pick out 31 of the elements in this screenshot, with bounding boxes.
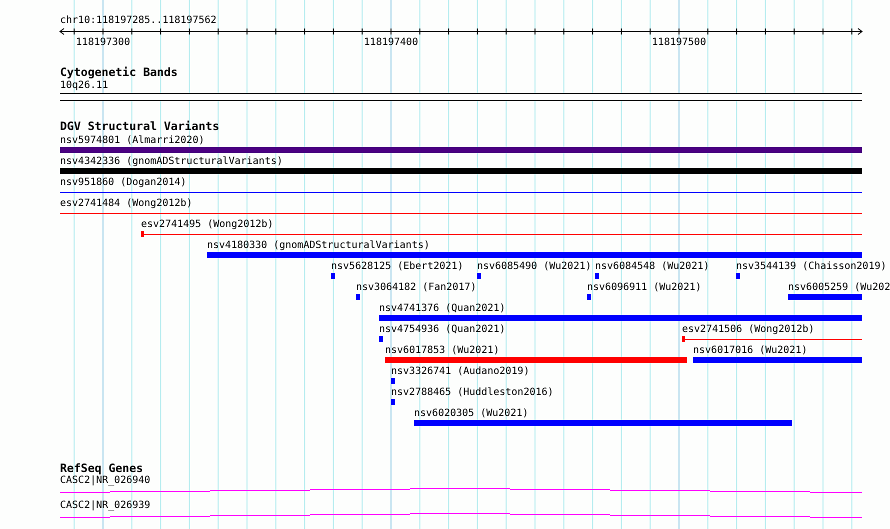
variant-label: nsv3326741 (Audano2019)	[391, 365, 530, 378]
variant-label: esv2741484 (Wong2012b)	[60, 197, 192, 210]
variant-label: nsv5974801 (Almarri2020)	[60, 134, 204, 147]
band-label: 10q26.11	[60, 79, 108, 92]
track-title: RefSeq Genes	[60, 462, 144, 475]
track-title: Cytogenetic Bands	[60, 66, 178, 79]
gene-label: CASC2|NR_026940	[60, 474, 150, 487]
variant-label: nsv6020305 (Wu2021)	[414, 407, 528, 420]
track-title: DGV Structural Variants	[60, 120, 220, 133]
variant-label: nsv6085490 (Wu2021)	[477, 260, 592, 273]
variant-label: nsv951860 (Dogan2014)	[60, 176, 186, 189]
gene-label: CASC2|NR_026939	[60, 499, 150, 512]
variant-label: nsv6096911 (Wu2021)	[587, 281, 702, 294]
ruler-tick-label: 118197400	[364, 36, 418, 49]
ruler-tick-label: 118197300	[76, 36, 130, 49]
variant-label: nsv3064182 (Fan2017)	[356, 281, 476, 294]
ruler-location: chr10:118197285..118197562	[60, 14, 217, 27]
variant-label: nsv4741376 (Quan2021)	[379, 302, 506, 315]
variant-label: nsv3544139 (Chaisson2019)	[736, 260, 887, 273]
variant-label: nsv6005259 (Wu202	[788, 281, 890, 294]
variant-label: nsv4754936 (Quan2021)	[379, 323, 506, 336]
variant-label: esv2741495 (Wong2012b)	[141, 218, 274, 231]
ruler-tick-label: 118197500	[652, 36, 706, 49]
variant-label: nsv6084548 (Wu2021)	[595, 260, 710, 273]
variant-label: esv2741506 (Wong2012b)	[682, 323, 814, 336]
variant-label: nsv4342336 (gnomADStructuralVariants)	[60, 155, 283, 168]
variant-label: nsv6017853 (Wu2021)	[385, 344, 500, 357]
variant-label: nsv2788465 (Huddleston2016)	[391, 386, 554, 399]
variant-label: nsv5628125 (Ebert2021)	[331, 260, 464, 273]
variant-label: nsv6017016 (Wu2021)	[693, 344, 808, 357]
variant-label: nsv4180330 (gnomADStructuralVariants)	[207, 239, 430, 252]
